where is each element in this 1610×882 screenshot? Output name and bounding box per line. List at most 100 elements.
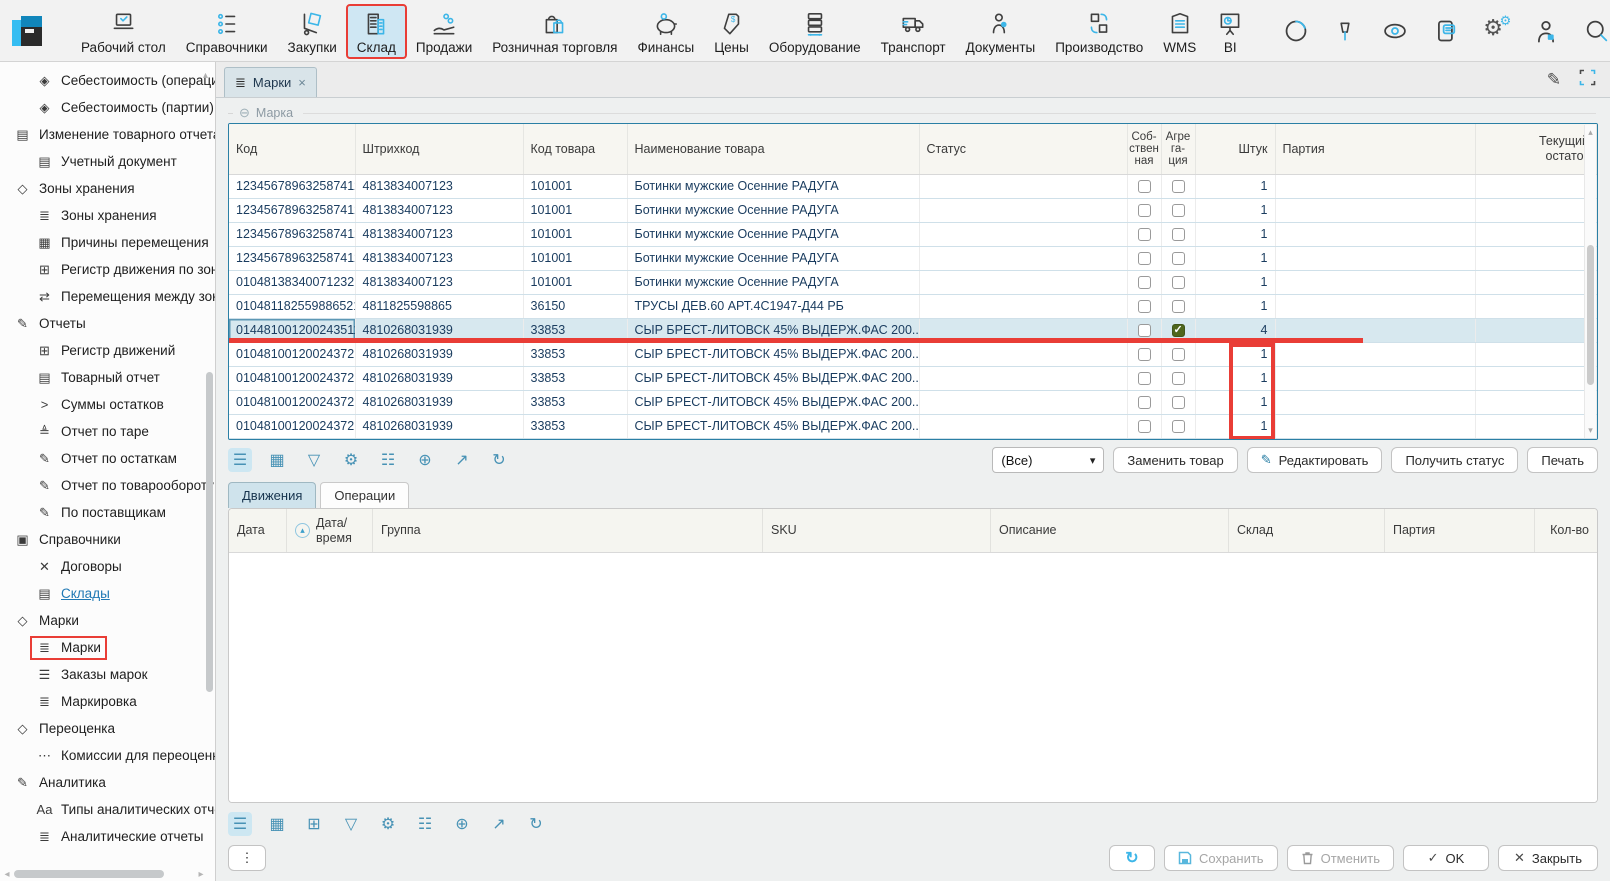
- refresh-button[interactable]: ↻: [1109, 845, 1155, 871]
- own-checkbox[interactable]: [1138, 372, 1151, 385]
- cell-barcode[interactable]: 4810268031939: [355, 414, 523, 438]
- cell-code[interactable]: 010481001200243721...: [229, 366, 355, 390]
- sidebar-item[interactable]: ▦ Причины перемещения: [0, 229, 215, 256]
- scroll-up-arrow[interactable]: ▴: [203, 70, 208, 81]
- col-code[interactable]: Код: [229, 124, 355, 174]
- cancel-button[interactable]: Отменить: [1287, 845, 1394, 871]
- cell-qty[interactable]: 1: [1195, 294, 1275, 318]
- nav-finance[interactable]: Финансы: [629, 6, 704, 57]
- aggregation-checkbox[interactable]: [1172, 324, 1185, 337]
- own-checkbox[interactable]: [1138, 180, 1151, 193]
- nav-production[interactable]: Производство: [1046, 6, 1152, 57]
- cell-item-name[interactable]: Ботинки мужские Осенние РАДУГА: [627, 222, 919, 246]
- calendar-icon[interactable]: ⊞: [302, 812, 326, 836]
- cell-code[interactable]: 123456789632587412...: [229, 174, 355, 198]
- cell-barcode[interactable]: 4813834007123: [355, 246, 523, 270]
- cell-barcode[interactable]: 4811825598865: [355, 294, 523, 318]
- eye-icon[interactable]: [1381, 18, 1409, 44]
- aggregation-checkbox[interactable]: [1172, 396, 1185, 409]
- aggregation-checkbox[interactable]: [1172, 348, 1185, 361]
- cell-balance[interactable]: [1475, 342, 1597, 366]
- cell-status[interactable]: [919, 390, 1127, 414]
- cell-item-code[interactable]: 101001: [523, 270, 627, 294]
- col-sku[interactable]: SKU: [763, 509, 991, 552]
- aggregation-checkbox[interactable]: [1172, 276, 1185, 289]
- nav-sales[interactable]: Продажи: [407, 6, 481, 57]
- col-item-name[interactable]: Наименование товара: [627, 124, 919, 174]
- scroll-up-arrow[interactable]: ▴: [1585, 127, 1596, 138]
- table-row[interactable]: 010481001200243721... 4810268031939 3385…: [229, 366, 1597, 390]
- cell-status[interactable]: [919, 414, 1127, 438]
- cell-item-name[interactable]: СЫР БРЕСТ-ЛИТОВСК 45% ВЫДЕРЖ.ФАС 200...: [627, 342, 919, 366]
- sidebar-item[interactable]: ✎ Отчеты: [0, 310, 215, 337]
- cell-balance[interactable]: [1475, 390, 1597, 414]
- device-chat-icon[interactable]: [1433, 18, 1459, 44]
- settings-gears-icon[interactable]: ⚙⚙: [1483, 18, 1509, 44]
- cell-balance[interactable]: [1475, 246, 1597, 270]
- cell-code[interactable]: 123456789632587412...: [229, 222, 355, 246]
- aggregation-checkbox[interactable]: [1172, 372, 1185, 385]
- grid-vertical-scrollbar[interactable]: ▴ ▾: [1584, 125, 1596, 438]
- own-checkbox[interactable]: [1138, 396, 1151, 409]
- own-checkbox[interactable]: [1138, 228, 1151, 241]
- sidebar-item[interactable]: ▤ Товарный отчет: [0, 364, 215, 391]
- sidebar-item[interactable]: Aa Типы аналитических отчет: [0, 796, 215, 823]
- print-button[interactable]: Печать: [1527, 447, 1598, 473]
- settings-icon[interactable]: ⚙: [339, 448, 363, 472]
- edit-pencil-icon[interactable]: ✎: [1547, 70, 1561, 90]
- cell-qty[interactable]: 1: [1195, 414, 1275, 438]
- nav-purchases[interactable]: Закупки: [279, 6, 346, 57]
- aggregation-checkbox[interactable]: [1172, 252, 1185, 265]
- cell-qty[interactable]: 1: [1195, 270, 1275, 294]
- table-row[interactable]: 010481383400712321... 4813834007123 1010…: [229, 270, 1597, 294]
- scrollbar-thumb[interactable]: [14, 870, 164, 878]
- cell-barcode[interactable]: 4810268031939: [355, 390, 523, 414]
- table-row[interactable]: 123456789632587412... 4813834007123 1010…: [229, 222, 1597, 246]
- pin-icon[interactable]: [1333, 18, 1357, 44]
- cell-batch[interactable]: [1275, 222, 1475, 246]
- user-lock-icon[interactable]: [1533, 18, 1559, 44]
- scroll-left-arrow[interactable]: ◂: [2, 869, 12, 880]
- nav-wms[interactable]: WMS: [1154, 6, 1205, 57]
- numbered-list-icon[interactable]: ☷: [413, 812, 437, 836]
- tab-close-icon[interactable]: ×: [298, 75, 306, 90]
- cell-qty[interactable]: 1: [1195, 390, 1275, 414]
- cell-code[interactable]: 123456789632587412...: [229, 246, 355, 270]
- sidebar-item[interactable]: ✕ Договоры: [0, 553, 215, 580]
- save-button[interactable]: Сохранить: [1164, 845, 1278, 871]
- nav-directories[interactable]: Справочники: [177, 6, 277, 57]
- table-row[interactable]: 010481001200243721... 4810268031939 3385…: [229, 414, 1597, 438]
- cell-item-name[interactable]: ТРУСЫ ДЕВ.60 АРТ.4С1947-Д44 РБ: [627, 294, 919, 318]
- sidebar-item[interactable]: ✎ Аналитика: [0, 769, 215, 796]
- sidebar-horizontal-scrollbar[interactable]: ◂ ▸: [2, 868, 206, 880]
- sidebar-item[interactable]: ▤ Учетный документ: [0, 148, 215, 175]
- sidebar-item[interactable]: ▤ Склады: [0, 580, 215, 607]
- cell-item-code[interactable]: 36150: [523, 294, 627, 318]
- search-icon[interactable]: [1583, 17, 1610, 45]
- scroll-right-arrow[interactable]: ▸: [196, 869, 206, 880]
- col-qty[interactable]: Штук: [1195, 124, 1275, 174]
- cell-batch[interactable]: [1275, 294, 1475, 318]
- sort-asc-icon[interactable]: ▴: [295, 523, 310, 538]
- own-checkbox[interactable]: [1138, 348, 1151, 361]
- cell-barcode[interactable]: 4810268031939: [355, 342, 523, 366]
- cell-batch[interactable]: [1275, 342, 1475, 366]
- clock-icon[interactable]: [1283, 18, 1309, 44]
- cell-qty[interactable]: 1: [1195, 366, 1275, 390]
- sidebar-vertical-scrollbar[interactable]: [206, 372, 213, 692]
- cell-batch[interactable]: [1275, 318, 1475, 342]
- sidebar-item[interactable]: ⊞ Регистр движений: [0, 337, 215, 364]
- own-checkbox[interactable]: [1138, 300, 1151, 313]
- cell-code[interactable]: 010481383400712321...: [229, 270, 355, 294]
- sidebar-item[interactable]: ◇ Марки: [0, 607, 215, 634]
- col-batch[interactable]: Партия: [1275, 124, 1475, 174]
- filter-icon[interactable]: ▽: [302, 448, 326, 472]
- table-row[interactable]: 010481001200243721... 4810268031939 3385…: [229, 342, 1597, 366]
- own-checkbox[interactable]: [1138, 204, 1151, 217]
- tab-marki[interactable]: ≣ Марки ×: [224, 67, 317, 97]
- sidebar-item[interactable]: ≣ Зоны хранения: [0, 202, 215, 229]
- refresh-icon[interactable]: ↻: [524, 812, 548, 836]
- table-row[interactable]: 010481001200243721... 4810268031939 3385…: [229, 390, 1597, 414]
- cell-balance[interactable]: [1475, 318, 1597, 342]
- cell-status[interactable]: [919, 270, 1127, 294]
